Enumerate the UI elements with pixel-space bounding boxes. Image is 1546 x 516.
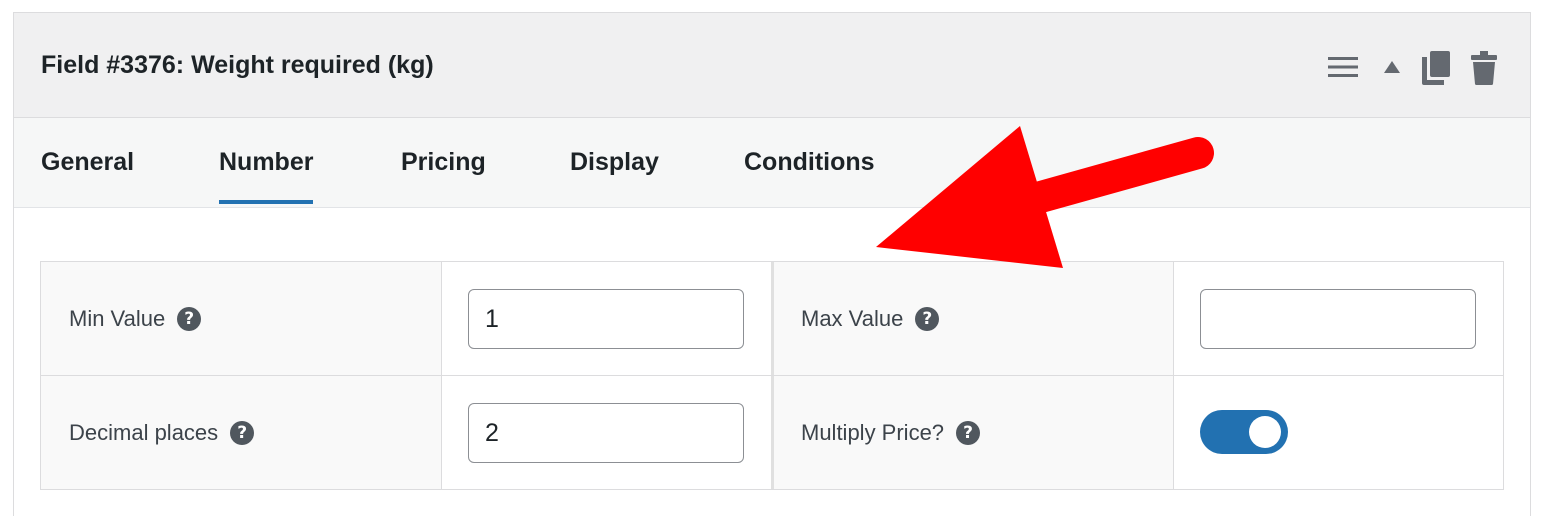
help-icon[interactable]: ? bbox=[230, 421, 255, 445]
field-header[interactable]: Field #3376: Weight required (kg) bbox=[14, 13, 1530, 118]
menu-icon[interactable] bbox=[1328, 55, 1358, 79]
toggle-knob bbox=[1249, 416, 1281, 448]
collapse-arrow-icon[interactable] bbox=[1384, 61, 1400, 73]
field-title: Field #3376: Weight required (kg) bbox=[41, 51, 434, 79]
decimal-places-input[interactable] bbox=[468, 403, 744, 463]
help-icon[interactable]: ? bbox=[915, 307, 940, 331]
help-icon[interactable]: ? bbox=[177, 307, 202, 331]
duplicate-icon[interactable] bbox=[1422, 51, 1450, 85]
min-value-label-text: Min Value bbox=[69, 306, 166, 331]
number-settings-table: Min Value ? Max Value ? Decimal places ?… bbox=[40, 261, 1504, 490]
max-value-label-text: Max Value bbox=[801, 306, 904, 331]
multiply-price-label: Multiply Price? ? bbox=[801, 420, 981, 446]
help-icon[interactable]: ? bbox=[956, 421, 981, 445]
tab-conditions[interactable]: Conditions bbox=[744, 148, 875, 206]
tab-pricing[interactable]: Pricing bbox=[401, 148, 486, 206]
multiply-price-toggle[interactable] bbox=[1200, 410, 1288, 454]
tab-general[interactable]: General bbox=[41, 148, 134, 206]
max-value-input[interactable] bbox=[1200, 289, 1476, 349]
multiply-price-label-text: Multiply Price? bbox=[801, 420, 945, 445]
tab-number[interactable]: Number bbox=[219, 148, 314, 204]
min-value-input[interactable] bbox=[468, 289, 744, 349]
decimal-places-label-text: Decimal places bbox=[69, 420, 219, 445]
decimal-places-label: Decimal places ? bbox=[69, 420, 255, 446]
max-value-label: Max Value ? bbox=[801, 306, 940, 332]
field-tabs: General Number Pricing Display Condition… bbox=[14, 118, 1530, 208]
tab-display[interactable]: Display bbox=[570, 148, 659, 206]
trash-icon[interactable] bbox=[1471, 51, 1497, 85]
divider bbox=[41, 375, 1503, 376]
min-value-label: Min Value ? bbox=[69, 306, 202, 332]
